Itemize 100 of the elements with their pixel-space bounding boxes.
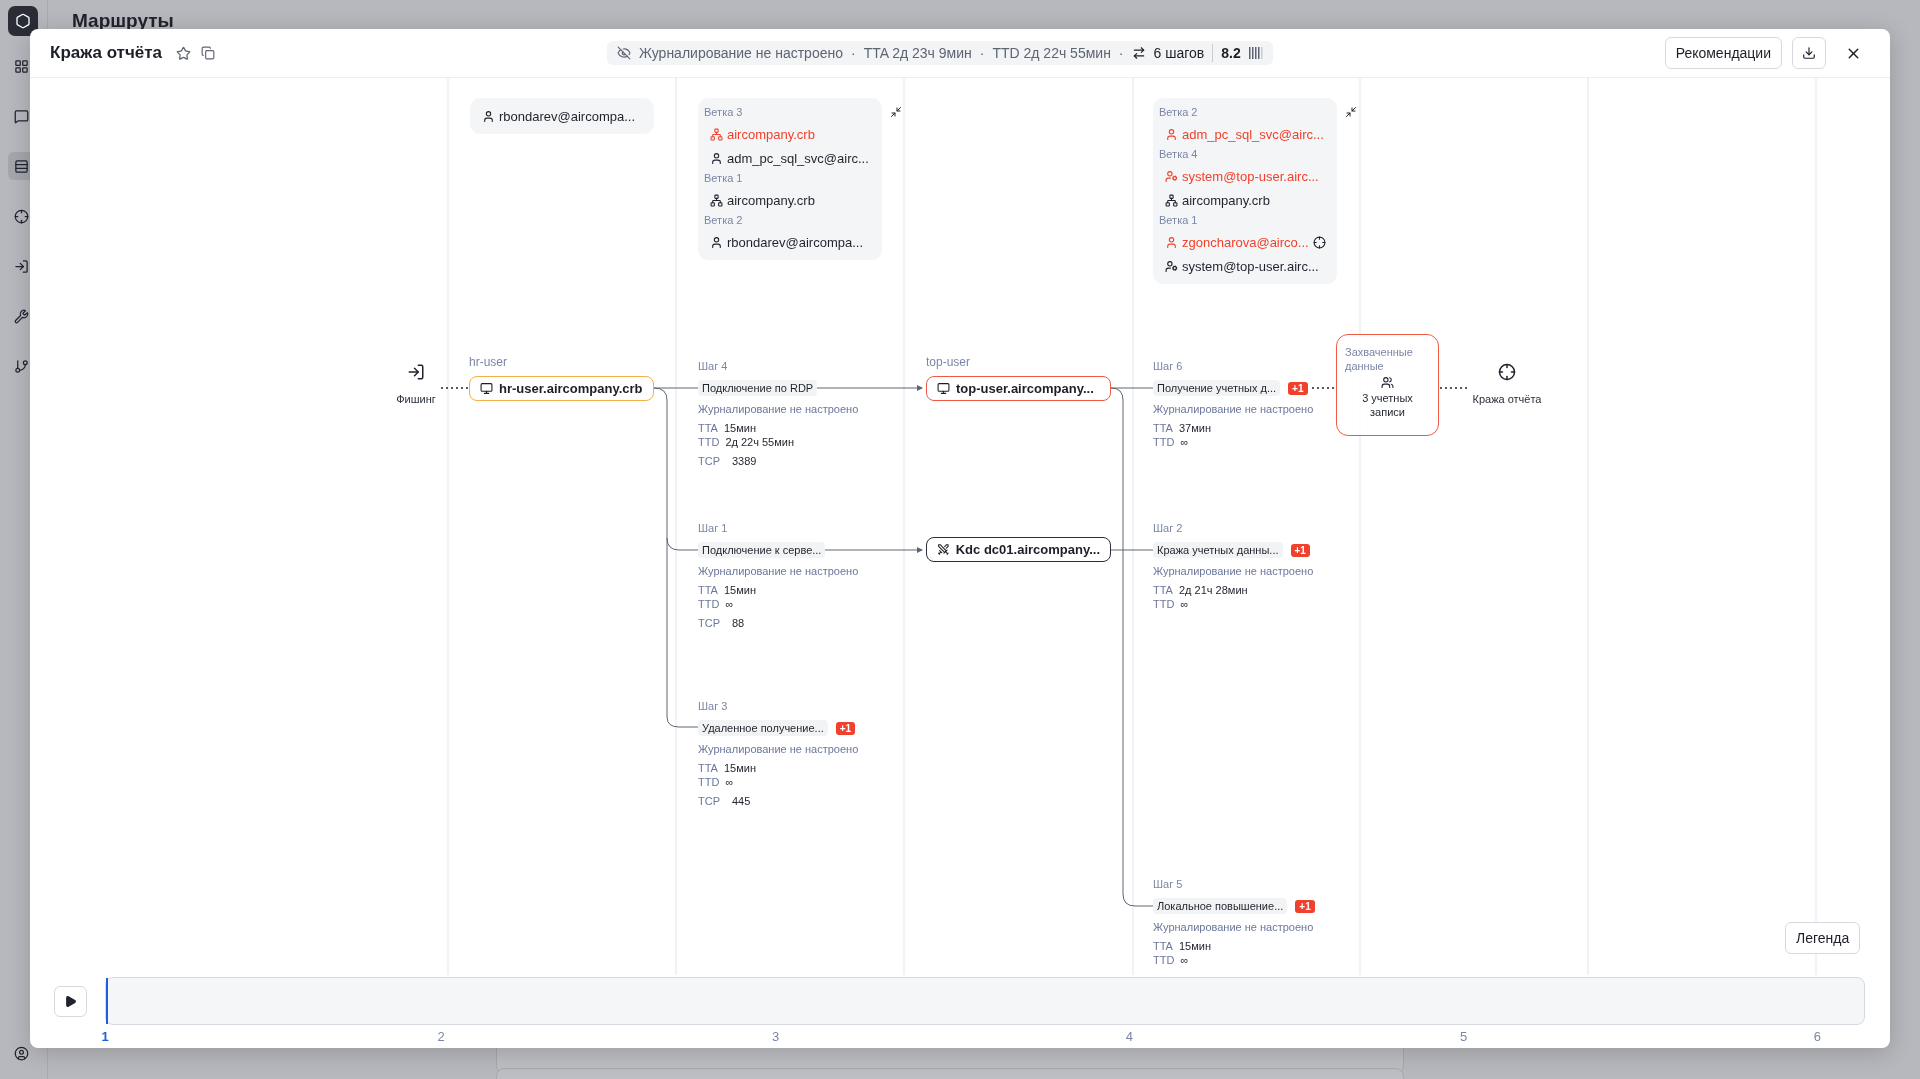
timeline-tick[interactable]: 6 <box>1813 1029 1822 1044</box>
metric-key: TCP <box>698 794 720 808</box>
credential-text: adm_pc_sql_svc@airc... <box>727 150 869 166</box>
arrows-icon <box>1131 46 1146 60</box>
play-button[interactable] <box>54 986 87 1017</box>
branch-label: Ветка 1 <box>1159 213 1199 228</box>
metric-key: TCP <box>698 616 720 630</box>
credential-text: system@top-user.airc... <box>1182 168 1319 184</box>
credential-text: aircompany.crb <box>727 126 815 142</box>
metric-key: TCP <box>698 454 720 468</box>
logging-status: Журналирование не настроено <box>698 403 859 415</box>
logging-status: Журналирование не настроено <box>1153 403 1314 415</box>
count-badge: +1 <box>835 721 856 735</box>
dotted-connector <box>440 387 469 389</box>
metric-value: 15мин <box>723 421 756 435</box>
monitor-icon <box>480 382 493 395</box>
credential-text: adm_pc_sql_svc@airc... <box>1182 126 1324 142</box>
tta-value: TTA 2д 23ч 9мин <box>863 45 972 61</box>
step-label: Шаг 3 <box>698 700 728 714</box>
timeline-tick[interactable]: 3 <box>771 1029 780 1044</box>
credential-text: system@top-user.airc... <box>1182 258 1319 274</box>
hexagon-icon <box>15 13 31 29</box>
credential-text: aircompany.crb <box>1182 192 1270 208</box>
user-circle-icon <box>14 1045 29 1061</box>
count-badge: +1 <box>1290 543 1310 557</box>
metric-key: TTD <box>1153 597 1175 611</box>
step-label: Шаг 2 <box>1153 522 1183 536</box>
crosshair-icon <box>1498 363 1516 381</box>
count-badge: +1 <box>1288 381 1308 395</box>
metric-value: 2д 22ч 55мин <box>725 435 795 449</box>
metric-key: TTA <box>698 761 718 775</box>
metric-key: TTD <box>1153 435 1175 449</box>
host-group-label: top-user <box>926 355 971 369</box>
action-label[interactable]: Подключение по RDP <box>698 380 818 396</box>
captured-data-node[interactable]: Захваченные данные 3 учетных записи <box>1336 334 1439 436</box>
step-label: Шаг 6 <box>1153 360 1183 374</box>
download-button[interactable] <box>1792 37 1826 69</box>
step-label: Шаг 1 <box>698 522 728 536</box>
action-label[interactable]: Кража учетных данны... <box>1153 542 1283 558</box>
metric-key: TTD <box>698 435 720 449</box>
play-icon <box>64 995 77 1008</box>
list-icon <box>14 158 29 174</box>
metric-key: TTA <box>698 421 718 435</box>
action-label[interactable]: Подключение к серве... <box>698 542 826 558</box>
goal-label: Кража отчёта <box>1472 393 1542 405</box>
timeline-tick[interactable]: 4 <box>1125 1029 1133 1044</box>
network-icon <box>710 193 723 207</box>
branch-label: Ветка 3 <box>704 105 744 120</box>
network-icon <box>710 127 723 141</box>
star-icon[interactable] <box>176 45 192 61</box>
timeline-tick[interactable]: 2 <box>437 1029 445 1044</box>
copy-icon[interactable] <box>201 46 216 60</box>
separator-dot: · <box>1118 45 1124 61</box>
login-icon <box>14 258 29 274</box>
branch-label: Ветка 4 <box>1159 147 1199 162</box>
start-label: Фишинг <box>396 393 436 405</box>
action-label[interactable]: Удаленное получение... <box>698 720 828 736</box>
step-label: Шаг 4 <box>698 360 728 374</box>
timeline-track[interactable] <box>105 977 1865 1025</box>
metric-key: TTA <box>698 583 718 597</box>
credential-text: aircompany.crb <box>727 192 815 208</box>
metric-value: ∞ <box>1180 597 1189 611</box>
logging-status: Журналирование не настроено <box>1153 921 1314 933</box>
score-value: 8.2 <box>1221 45 1241 61</box>
action-label[interactable]: Локальное повышение... <box>1153 898 1288 914</box>
credential-text: rbondarev@aircompa... <box>727 234 864 250</box>
metric-value: ∞ <box>725 775 734 789</box>
user-icon <box>710 151 723 165</box>
metric-key: TTD <box>1153 953 1175 967</box>
recommendations-button[interactable]: Рекомендации <box>1664 37 1782 69</box>
user-icon <box>710 235 723 249</box>
download-icon <box>1802 46 1816 60</box>
metric-value: 2д 21ч 28мин <box>1178 583 1248 597</box>
wrench-icon <box>14 308 29 324</box>
collapse-icon[interactable] <box>890 106 902 118</box>
collapse-icon[interactable] <box>1345 106 1357 118</box>
ttd-value: TTD 2д 22ч 55мин <box>992 45 1111 61</box>
timeline-tick[interactable]: 1 <box>101 1029 109 1044</box>
separator-dot: · <box>979 45 985 61</box>
eye-off-icon <box>617 46 631 60</box>
credential-text: zgoncharova@airco... <box>1182 234 1309 250</box>
dotted-connector <box>1439 387 1468 389</box>
timeline-tick[interactable]: 5 <box>1460 1029 1468 1044</box>
metric-value: ∞ <box>725 597 734 611</box>
host-node[interactable]: Kdc dc01.aircompany... <box>926 537 1111 562</box>
credential-text: rbondarev@aircompa... <box>499 108 636 124</box>
metric-value: 15мин <box>723 761 756 775</box>
host-node[interactable]: hr-user.aircompany.crb <box>469 376 654 401</box>
logo-icon[interactable] <box>8 6 38 36</box>
host-group-label: hr-user <box>469 355 507 369</box>
logging-status: Журналирование не настроено <box>1153 565 1314 577</box>
action-label[interactable]: Получение учетных д... <box>1153 380 1281 396</box>
user-icon <box>1165 235 1178 249</box>
steps-count: 6 шагов <box>1153 45 1205 61</box>
user-cog-icon <box>1165 259 1178 273</box>
host-node[interactable]: top-user.aircompany... <box>926 376 1111 401</box>
user-cog-icon <box>1165 169 1178 183</box>
score-bars-icon <box>1248 47 1263 59</box>
legend-button[interactable]: Легенда <box>1785 922 1861 954</box>
metric-value: 37мин <box>1178 421 1211 435</box>
